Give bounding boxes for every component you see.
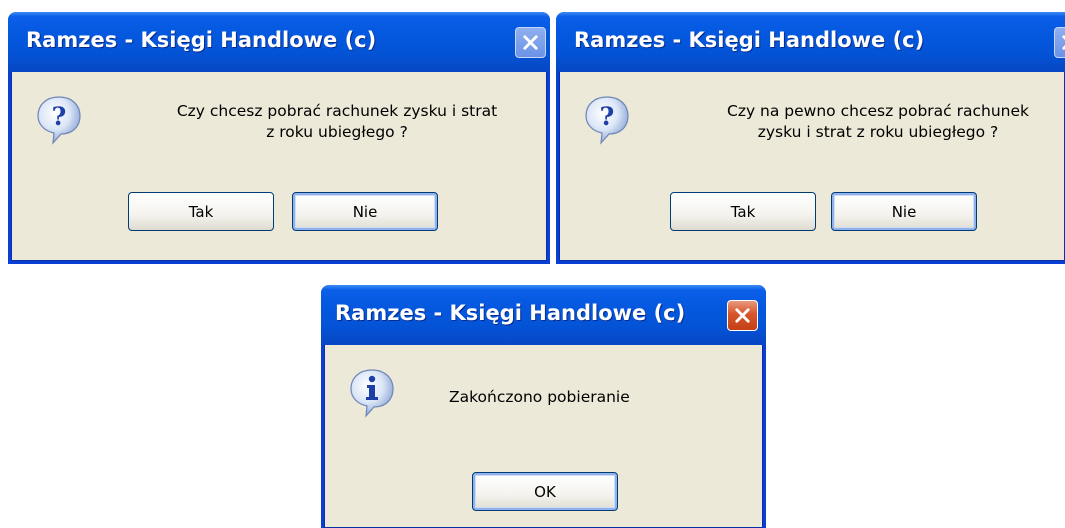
window-title: Ramzes - Księgi Handlowe (c) — [335, 301, 686, 325]
ok-button[interactable]: OK — [472, 472, 618, 511]
close-icon — [523, 35, 538, 50]
question-icon: ? — [37, 96, 81, 145]
message-line-2: z roku ubiegłego ? — [266, 123, 408, 141]
close-button — [1054, 27, 1065, 58]
title-bar[interactable]: Ramzes - Księgi Handlowe (c) — [556, 12, 1065, 72]
message-line-2: zysku i strat z roku ubiegłego ? — [757, 123, 999, 141]
yes-button[interactable]: Tak — [128, 192, 274, 231]
message-text: Zakończono pobieranie — [449, 388, 630, 406]
question-icon: ? — [585, 96, 629, 145]
close-button — [515, 27, 546, 58]
message-line-1: Czy chcesz pobrać rachunek zysku i strat — [176, 102, 498, 120]
title-bar[interactable]: Ramzes - Księgi Handlowe (c) — [321, 285, 766, 345]
close-button[interactable] — [727, 300, 758, 331]
close-icon — [735, 308, 750, 323]
title-bar[interactable]: Ramzes - Księgi Handlowe (c) — [8, 12, 550, 72]
dialog-confirm-1: Ramzes - Księgi Handlowe (c) ? Czy chces… — [8, 12, 550, 264]
dialog-info: Ramzes - Księgi Handlowe (c) Zakończono … — [321, 285, 766, 528]
window-title: Ramzes - Księgi Handlowe (c) — [574, 28, 925, 52]
svg-text:?: ? — [600, 102, 615, 131]
no-button[interactable]: Nie — [292, 192, 438, 231]
no-button[interactable]: Nie — [831, 192, 977, 231]
message-text: Czy chcesz pobrać rachunek zysku i strat… — [137, 101, 537, 143]
message-text: Czy na pewno chcesz pobrać rachunek zysk… — [683, 101, 1065, 143]
close-icon — [1062, 35, 1065, 50]
info-icon — [350, 369, 394, 418]
window-title: Ramzes - Księgi Handlowe (c) — [26, 28, 377, 52]
svg-text:?: ? — [52, 102, 67, 131]
dialog-confirm-2: Ramzes - Księgi Handlowe (c) ? Czy na pe… — [556, 12, 1065, 264]
message-line-1: Czy na pewno chcesz pobrać rachunek — [727, 102, 1029, 120]
yes-button[interactable]: Tak — [670, 192, 816, 231]
